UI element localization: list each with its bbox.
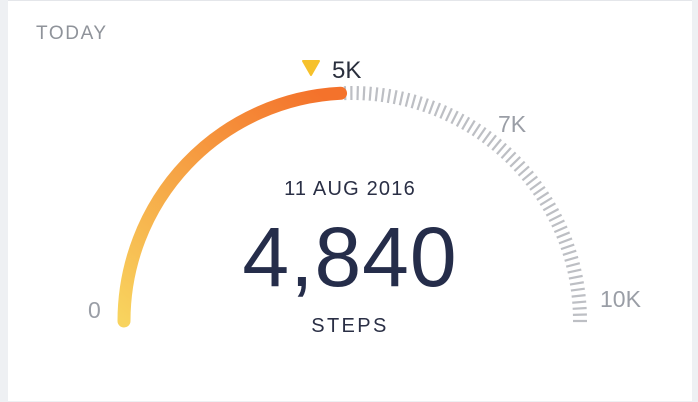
gauge-tick xyxy=(518,166,529,175)
gauge-tick xyxy=(478,128,486,140)
steps-gauge: 5K 7K 0 10K xyxy=(8,1,692,402)
gauge-tick xyxy=(400,92,403,106)
gauge-tick xyxy=(429,101,434,114)
gauge-tick xyxy=(483,131,491,142)
gauge-tick xyxy=(394,90,397,104)
date-label: 11 AUG 2016 xyxy=(8,178,692,201)
gauge-tick xyxy=(370,87,371,101)
goal-label: 5K xyxy=(332,57,361,84)
gauge-tick xyxy=(364,86,365,100)
gauge-tick xyxy=(467,121,474,133)
gauge-tick xyxy=(543,203,555,210)
gauge-tick xyxy=(510,157,520,167)
gauge-tick xyxy=(440,106,446,119)
gauge-tick xyxy=(435,103,440,116)
gauge-tick xyxy=(487,135,496,146)
gauge-tick xyxy=(446,108,452,121)
goal-marker-icon xyxy=(303,61,319,75)
gauge-tick xyxy=(462,117,469,129)
gauge-tick xyxy=(473,124,481,136)
gauge-tick xyxy=(572,302,586,303)
scale-label-mid: 7K xyxy=(498,111,527,137)
gauge-tick xyxy=(423,99,428,112)
gauge-tick xyxy=(492,139,501,150)
gauge-tick xyxy=(412,95,416,108)
gauge-tick xyxy=(451,111,457,124)
gauge-tick xyxy=(457,114,464,126)
steps-card: TODAY 5K 7K 0 10K 11 AUG 2016 4,840 STEP… xyxy=(8,0,692,401)
gauge-tick xyxy=(514,162,524,171)
step-count: 4,840 xyxy=(8,215,692,299)
gauge-tick xyxy=(376,87,378,101)
gauge-tick xyxy=(406,93,409,107)
gauge-tick xyxy=(506,152,516,162)
unit-label: STEPS xyxy=(8,315,692,338)
gauge-tick xyxy=(497,144,506,155)
gauge-tick xyxy=(382,88,384,102)
gauge-tick xyxy=(418,97,422,110)
gauge-tick xyxy=(501,148,510,158)
gauge-tick xyxy=(388,89,390,103)
gauge-tick xyxy=(573,308,587,309)
